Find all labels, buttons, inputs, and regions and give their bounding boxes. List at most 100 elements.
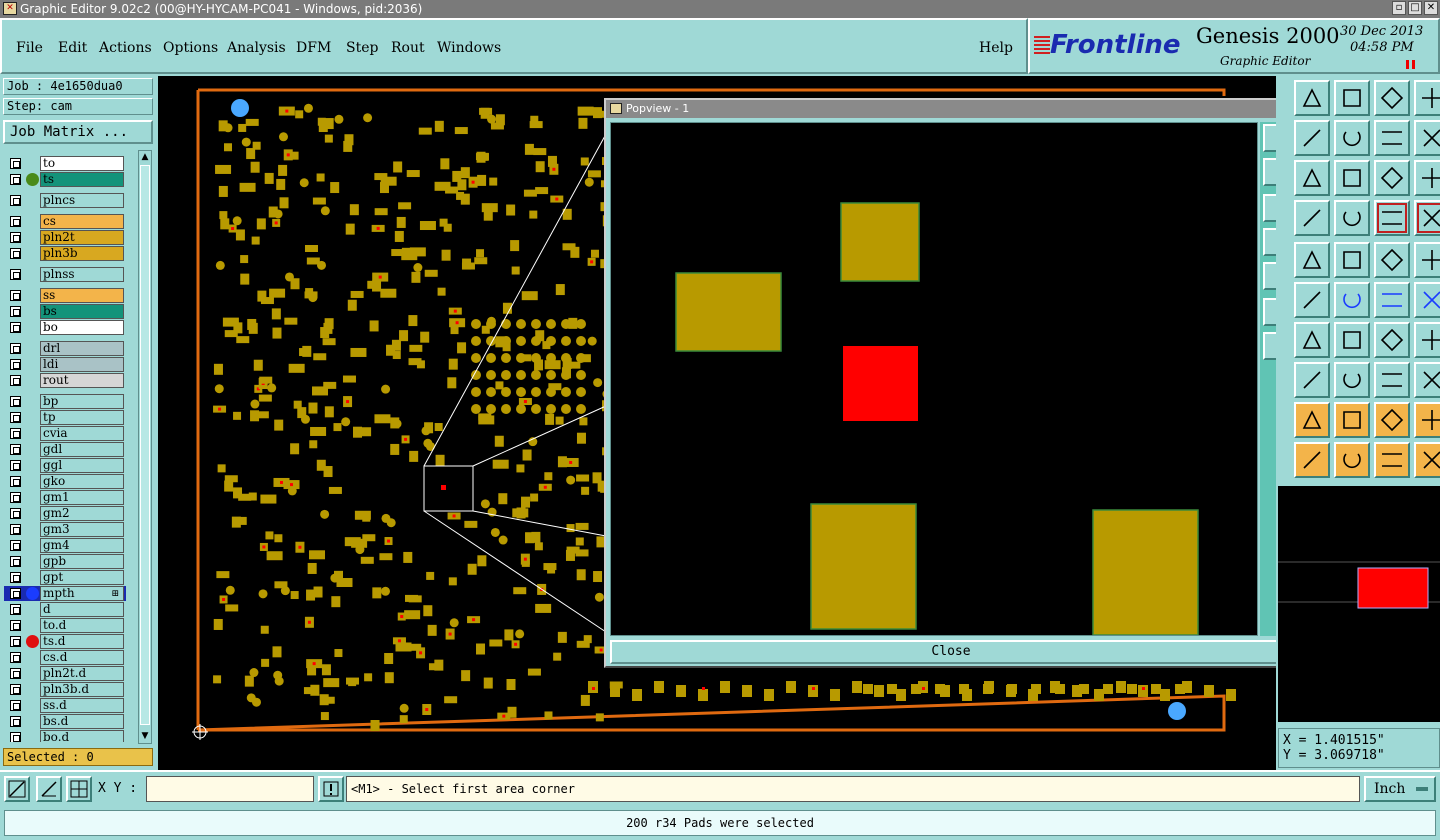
arc-cw-icon[interactable]: [1374, 322, 1410, 358]
layer-checkbox[interactable]: [10, 444, 21, 455]
home-icon[interactable]: [1374, 80, 1410, 116]
dimension-icon[interactable]: [1374, 362, 1410, 398]
restore-icon[interactable]: ▫: [1392, 1, 1406, 15]
point-icon[interactable]: [1294, 282, 1330, 318]
layer-checkbox[interactable]: [10, 269, 21, 280]
scale-icon[interactable]: [1374, 160, 1410, 196]
layer-name[interactable]: gpb: [40, 554, 124, 569]
layer-checkbox[interactable]: [10, 290, 21, 301]
menu-step[interactable]: Step: [346, 40, 378, 56]
scroll-down-icon[interactable]: ▼: [140, 731, 150, 741]
layer-row-tp[interactable]: tp: [4, 410, 126, 425]
popview-zoom-area[interactable]: [610, 122, 1258, 636]
layer-name[interactable]: bo: [40, 320, 124, 335]
line-icon[interactable]: [1334, 242, 1370, 278]
ruler-icon[interactable]: [1374, 242, 1410, 278]
menu-dfm[interactable]: DFM: [296, 40, 331, 56]
layer-row-ts[interactable]: ts: [4, 172, 126, 187]
layer-checkbox[interactable]: [10, 195, 21, 206]
layer-name[interactable]: ldi: [40, 357, 124, 372]
layer-checkbox[interactable]: [10, 359, 21, 370]
layer-name[interactable]: drl: [40, 341, 124, 356]
window-icon[interactable]: [1414, 80, 1440, 116]
layer-row-gko[interactable]: gko: [4, 474, 126, 489]
layer-checkbox[interactable]: [10, 248, 21, 259]
pointer-frame-icon[interactable]: [1374, 442, 1410, 478]
layer-checkbox[interactable]: [10, 322, 21, 333]
layer-checkbox[interactable]: [10, 588, 21, 599]
layer-row-pln3b[interactable]: pln3b: [4, 246, 126, 261]
layer-name[interactable]: ggl: [40, 458, 124, 473]
layer-row-gm2[interactable]: gm2: [4, 506, 126, 521]
layer-name[interactable]: d: [40, 602, 124, 617]
layer-checkbox[interactable]: [10, 396, 21, 407]
save-icon[interactable]: [1334, 80, 1370, 116]
layer-row-gm4[interactable]: gm4: [4, 538, 126, 553]
fill-icon[interactable]: [1414, 322, 1440, 358]
layer-name[interactable]: gm3: [40, 522, 124, 537]
help-icon[interactable]: [1414, 160, 1440, 196]
layer-row-to-d[interactable]: to.d: [4, 618, 126, 633]
close-icon[interactable]: ✕: [1424, 1, 1438, 15]
snap-icon[interactable]: [1374, 200, 1410, 236]
layer-row-cs-d[interactable]: cs.d: [4, 650, 126, 665]
layer-row-plnss[interactable]: plnss: [4, 267, 126, 282]
layer-row-mpth[interactable]: mpth ⊞: [4, 586, 126, 601]
layer-row-gdl[interactable]: gdl: [4, 442, 126, 457]
mini-map[interactable]: [1278, 486, 1440, 722]
layer-row-bs[interactable]: bs: [4, 304, 126, 319]
layer-name[interactable]: gdl: [40, 442, 124, 457]
alert-icon[interactable]: [318, 776, 344, 802]
layer-name[interactable]: plnss: [40, 267, 124, 282]
layer-row-d[interactable]: d: [4, 602, 126, 617]
layer-row-bo[interactable]: bo: [4, 320, 126, 335]
layer-row-bs-d[interactable]: bs.d: [4, 714, 126, 729]
layer-checkbox[interactable]: [10, 174, 21, 185]
job-matrix-button[interactable]: Job Matrix ...: [3, 120, 153, 144]
layer-name[interactable]: ss: [40, 288, 124, 303]
menu-file[interactable]: File: [16, 40, 43, 56]
layer-name[interactable]: gm1: [40, 490, 124, 505]
layer-name[interactable]: ss.d: [40, 698, 124, 713]
net-icon[interactable]: [1414, 442, 1440, 478]
scroll-up-icon[interactable]: ▲: [140, 152, 150, 162]
line-break-icon[interactable]: [1334, 362, 1370, 398]
layer-checkbox[interactable]: [10, 716, 21, 727]
stop-icon[interactable]: [1294, 362, 1330, 398]
layer-checkbox[interactable]: [10, 375, 21, 386]
grid-snap-icon[interactable]: [66, 776, 92, 802]
layer-checkbox[interactable]: [10, 540, 21, 551]
layer-name[interactable]: rout: [40, 373, 124, 388]
layer-list-scrollbar[interactable]: ▲ ▼: [138, 150, 152, 744]
cross-icon[interactable]: [1334, 282, 1370, 318]
layer-row-plncs[interactable]: plncs: [4, 193, 126, 208]
menu-help[interactable]: Help: [979, 40, 1013, 56]
layer-checkbox[interactable]: [10, 306, 21, 317]
layer-name[interactable]: gm2: [40, 506, 124, 521]
layer-checkbox[interactable]: [10, 700, 21, 711]
menu-options[interactable]: Options: [163, 40, 218, 56]
layer-name[interactable]: cs.d: [40, 650, 124, 665]
layer-name[interactable]: ts.d: [40, 634, 124, 649]
ring-icon[interactable]: [1294, 402, 1330, 438]
layer-name[interactable]: cvia: [40, 426, 124, 441]
layer-row-gpb[interactable]: gpb: [4, 554, 126, 569]
layer-checkbox[interactable]: [10, 620, 21, 631]
layer-checkbox[interactable]: [10, 732, 21, 742]
layer-row-cvia[interactable]: cvia: [4, 426, 126, 441]
layer-name[interactable]: pln3b.d: [40, 682, 124, 697]
scroll-thumb[interactable]: [140, 165, 150, 725]
layer-row-ldi[interactable]: ldi: [4, 357, 126, 372]
layer-checkbox[interactable]: [10, 492, 21, 503]
layer-checkbox[interactable]: [10, 460, 21, 471]
zoom-area-icon[interactable]: [4, 776, 30, 802]
layer-checkbox[interactable]: [10, 684, 21, 695]
popview-close-button[interactable]: Close: [610, 640, 1292, 664]
layer-checkbox[interactable]: [10, 636, 21, 647]
measure-icon[interactable]: [36, 776, 62, 802]
menu-edit[interactable]: Edit: [58, 40, 87, 56]
layer-row-cs[interactable]: cs: [4, 214, 126, 229]
connect-red-icon[interactable]: [1414, 282, 1440, 318]
layer-expand-icon[interactable]: ⊞: [111, 588, 119, 601]
pointer-icon[interactable]: [1334, 442, 1370, 478]
